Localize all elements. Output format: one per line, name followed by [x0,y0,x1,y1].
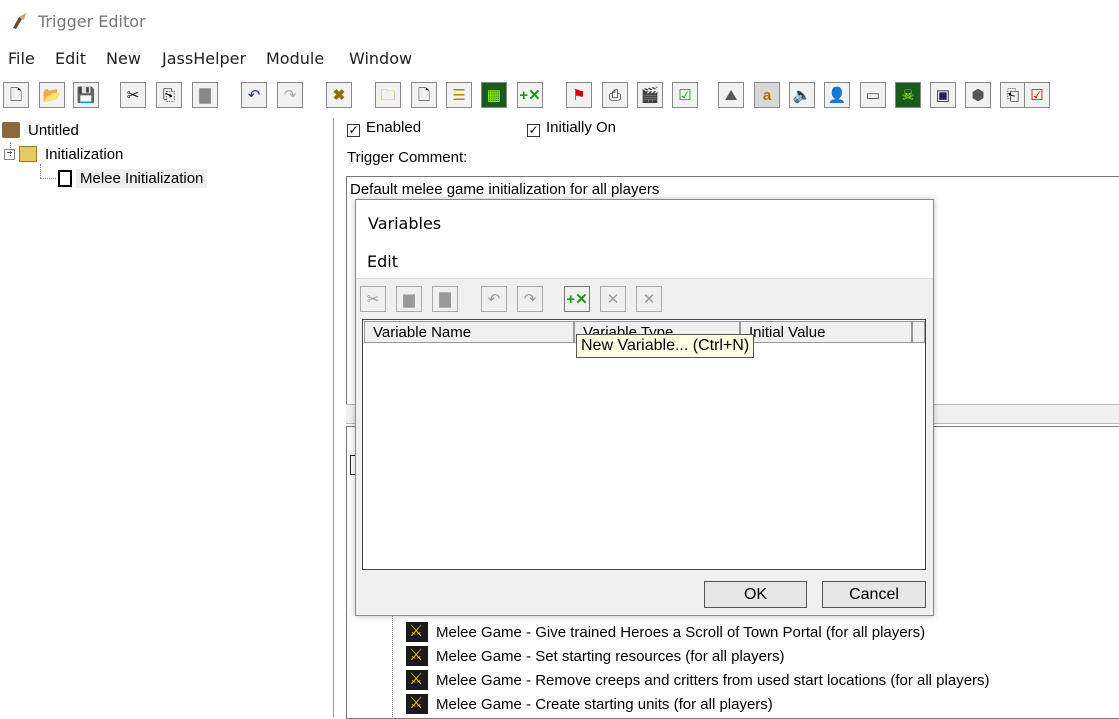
undo-icon[interactable]: ↶ [241,82,267,108]
window-title: Trigger Editor [38,12,146,31]
action-row[interactable]: Melee Game - Set starting resources (for… [390,644,784,668]
sound-editor-icon[interactable]: 🔈 [789,82,815,108]
open-folder-icon[interactable]: 📂 [39,82,65,108]
trigger-tree: Untitled − Initialization Melee Initiali… [0,118,334,717]
cut-icon[interactable]: ✂ [360,286,386,312]
tree-item-category[interactable]: − Initialization [4,143,127,165]
initially-on-label: Initially On [546,119,617,136]
delete-all-icon[interactable]: ✕ [636,286,662,312]
folder-open-icon [19,146,37,162]
new-trigger-icon[interactable]: 🗋 [411,82,437,108]
redo-icon[interactable]: ↷ [517,286,543,312]
export-icon[interactable]: ⎙ [602,82,628,108]
cut-icon[interactable]: ✂ [120,82,146,108]
trigger-comment-label: Trigger Comment: [347,149,468,166]
column-header-initial-value[interactable]: Initial Value [740,321,912,343]
tree-item-label: Melee Initialization [76,168,208,188]
object-editor-icon[interactable]: 👤 [824,82,850,108]
test-map-flag-icon[interactable]: ⚑ [566,82,592,108]
new-variable-icon[interactable]: +✕ [517,82,543,108]
terrain-editor-icon[interactable]: ⛰ [718,82,744,108]
menu-new[interactable]: New [106,49,141,68]
cinematic-icon[interactable]: 🎬 [637,82,663,108]
redo-icon[interactable]: ↷ [277,82,303,108]
module-icon[interactable]: ⎗ [1000,82,1026,108]
trigger-editor-app-icon [13,13,26,29]
main-toolbar: 🗋 📂 💾 ✂ ⎘ ▇ ↶ ↷ ✖ 🗀 🗋 ☰ ▦ +✕ ⚑ ⎙ 🎬 ☑ ⛰ a… [0,80,1119,116]
menu-edit[interactable]: Edit [55,49,86,68]
melee-game-action-icon [406,693,428,714]
cancel-button[interactable]: Cancel [822,581,926,608]
tree-item-label: Initialization [45,145,124,163]
delete-variable-icon[interactable]: ✕ [600,286,626,312]
copy-icon[interactable]: ⎘ [156,82,182,108]
tree-item-trigger[interactable]: Melee Initialization [58,167,208,189]
melee-game-action-icon [406,669,428,690]
new-category-icon[interactable]: 🗀 [375,82,401,108]
paste-icon[interactable]: ▇ [192,82,218,108]
trigger-document-icon [58,169,72,187]
enabled-checkbox[interactable]: ✓ [347,124,360,137]
new-script-icon[interactable]: ▦ [481,82,507,108]
variables-dialog: Variables Edit ✂ ▆ ▇ ↶ ↷ +✕ ✕ ✕ Variable… [355,199,934,616]
menu-jasshelper[interactable]: JassHelper [162,49,246,68]
dialog-title: Variables [368,214,442,233]
action-row[interactable]: Melee Game - Create starting units (for … [390,692,773,716]
collapse-icon[interactable]: − [4,148,15,160]
title-bar: Trigger Editor [0,0,1119,44]
close-x-icon[interactable]: ✖ [326,82,352,108]
action-text: Melee Game - Create starting units (for … [436,695,773,713]
action-row[interactable]: Melee Game - Remove creeps and critters … [390,668,990,692]
dialog-menu-edit[interactable]: Edit [367,252,398,271]
test-map-icon[interactable]: ☑ [1024,82,1050,108]
campaign-editor-icon[interactable]: ▭ [860,82,886,108]
initially-on-checkbox-row[interactable]: ✓ Initially On [527,119,616,137]
tree-item-label: Untitled [28,121,79,139]
import-manager-icon[interactable]: ⬢ [965,82,991,108]
action-row[interactable]: Melee Game - Give trained Heroes a Scrol… [390,620,925,644]
action-text: Melee Game - Set starting resources (for… [436,647,785,665]
action-text: Melee Game - Give trained Heroes a Scrol… [436,623,926,641]
ai-editor-icon[interactable]: ☠ [895,82,921,108]
menu-window[interactable]: Window [349,49,412,68]
trigger-comment-text: Default melee game initialization for al… [350,181,660,198]
map-scroll-icon [2,122,20,138]
new-comment-icon[interactable]: ☰ [446,82,472,108]
copy-icon[interactable]: ▆ [396,286,422,312]
dialog-menu-bar: Edit [356,240,933,279]
new-variable-tooltip: New Variable... (Ctrl+N) [576,334,755,358]
object-manager-icon[interactable]: ▣ [930,82,956,108]
tree-item-map[interactable]: Untitled [2,119,83,141]
save-icon[interactable]: 💾 [73,82,99,108]
paste-icon[interactable]: ▇ [432,286,458,312]
column-header-variable-name[interactable]: Variable Name [364,321,574,343]
trigger-editor-icon[interactable]: a [754,82,780,108]
ok-button[interactable]: OK [704,581,807,608]
menu-bar: File Edit New JassHelper Module Window [0,46,1119,72]
menu-module[interactable]: Module [266,49,324,68]
new-variable-icon[interactable]: +✕ [564,286,590,312]
initially-on-checkbox[interactable]: ✓ [527,124,540,137]
menu-file[interactable]: File [8,49,35,68]
undo-icon[interactable]: ↶ [481,286,507,312]
new-file-icon[interactable]: 🗋 [3,82,29,108]
enabled-label: Enabled [366,119,422,136]
melee-game-action-icon [406,645,428,666]
checklist-icon[interactable]: ☑ [672,82,698,108]
enabled-checkbox-row[interactable]: ✓ Enabled [347,119,421,137]
dialog-title-bar: Variables [356,200,933,240]
column-header-filler [912,321,925,343]
melee-game-action-icon [406,621,428,642]
action-text: Melee Game - Remove creeps and critters … [436,671,990,689]
